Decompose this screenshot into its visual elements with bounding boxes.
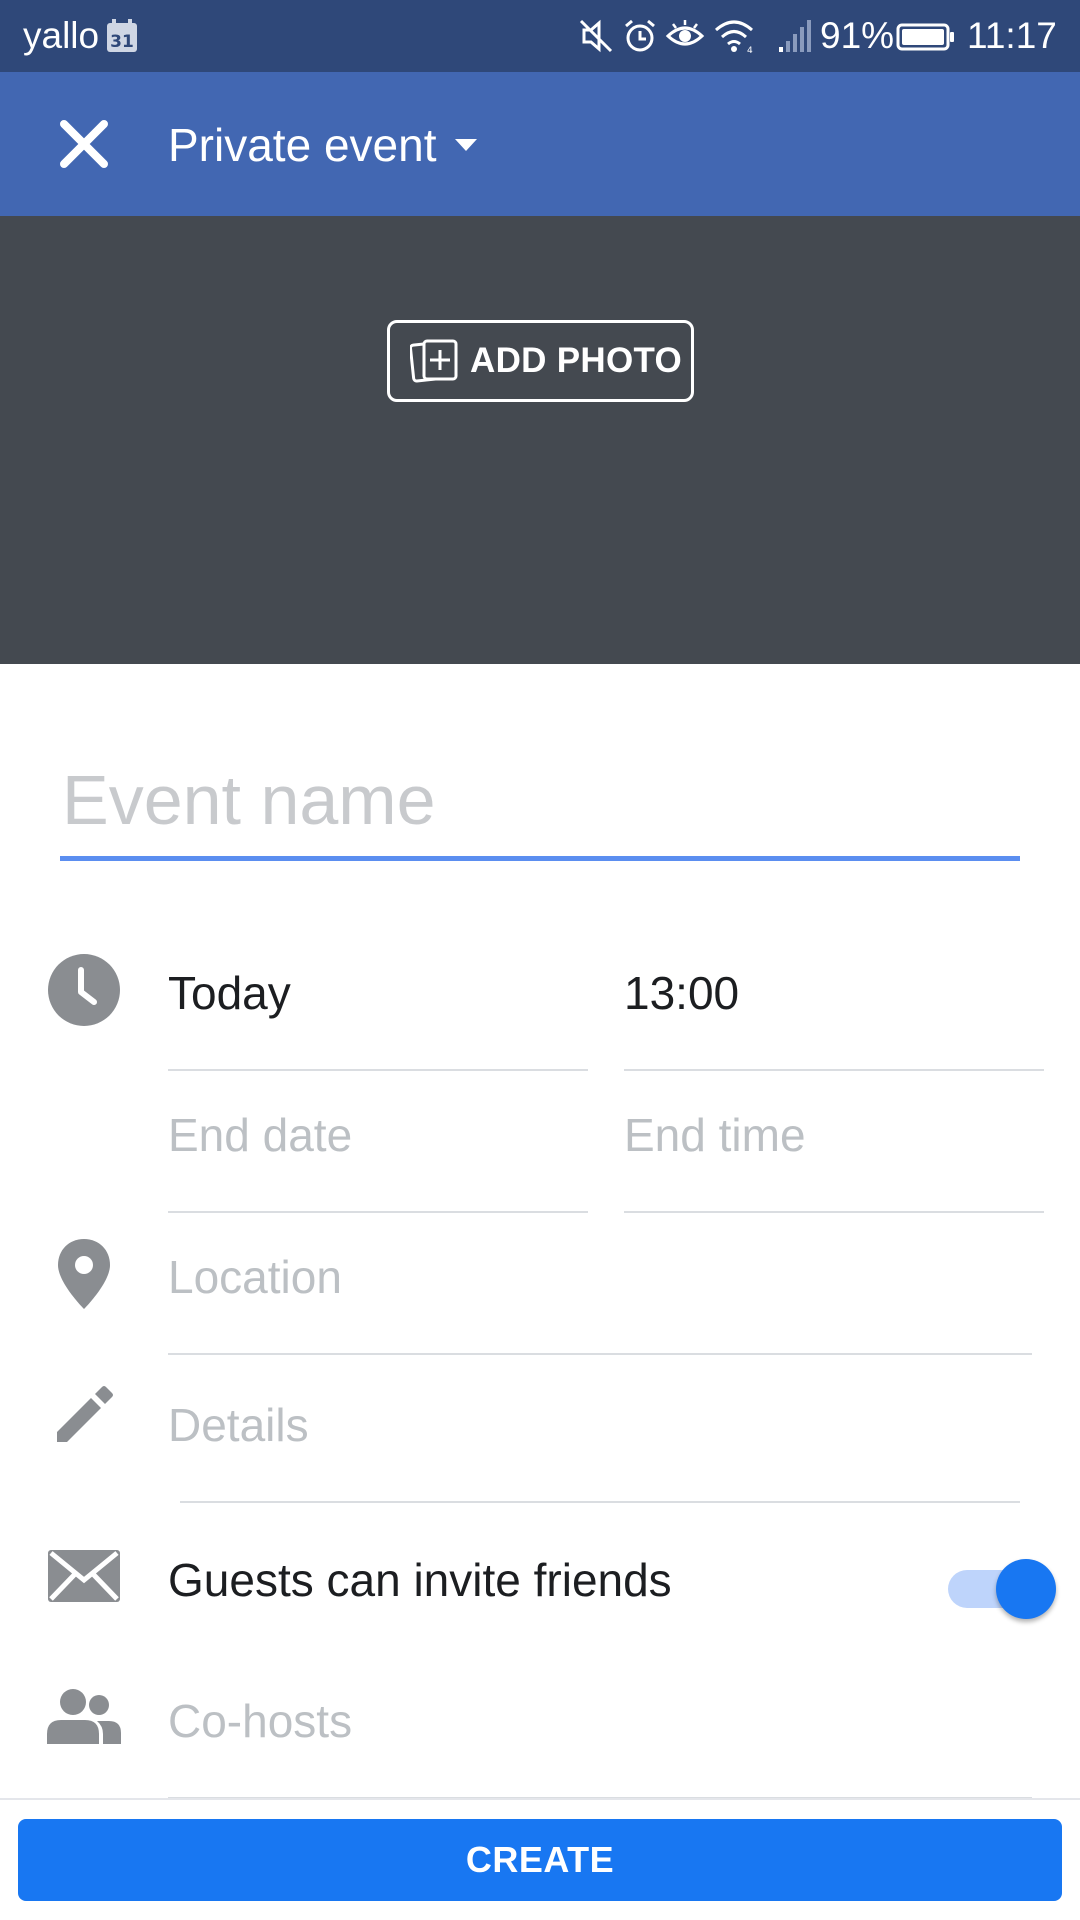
close-icon[interactable] [50, 110, 118, 178]
start-date-field[interactable]: Today [168, 966, 291, 1020]
end-date-divider [168, 1211, 588, 1213]
details-field[interactable]: Details [168, 1398, 309, 1452]
toggle-thumb [996, 1559, 1056, 1619]
add-photo-button[interactable]: ADD PHOTO [387, 320, 694, 402]
calendar-date: 31 [110, 32, 134, 52]
people-icon [47, 1689, 121, 1744]
create-button[interactable]: CREATE [18, 1819, 1062, 1901]
status-bar: yallo 31 4 91% 11:17 [0, 0, 1080, 72]
wifi-icon: 4 [715, 20, 753, 54]
svg-text:4: 4 [747, 46, 753, 54]
start-time-field[interactable]: 13:00 [624, 966, 739, 1020]
battery-icon [896, 23, 954, 51]
add-photo-icon [410, 339, 458, 383]
guests-invite-toggle[interactable] [948, 1551, 1058, 1619]
app-bar: Private event [0, 72, 1080, 216]
end-time-field[interactable]: End time [624, 1108, 806, 1162]
caret-down-icon [455, 139, 478, 151]
location-divider [168, 1353, 1032, 1355]
footer-separator [0, 1798, 1080, 1800]
event-name-input[interactable] [60, 740, 1020, 860]
location-field[interactable]: Location [168, 1250, 342, 1304]
create-button-label: CREATE [465, 1839, 615, 1880]
privacy-dropdown[interactable]: Private event [168, 118, 478, 172]
carrier-name: yallo [23, 15, 100, 56]
privacy-label: Private event [168, 119, 437, 171]
eye-icon [665, 20, 705, 46]
calendar-icon: 31 [107, 19, 137, 52]
clock-icon [48, 954, 120, 1026]
event-name-underline [60, 856, 1020, 861]
alarm-icon [625, 19, 655, 52]
signal-icon [779, 20, 811, 52]
start-date-divider [168, 1069, 588, 1071]
details-divider [180, 1501, 1020, 1503]
guests-invite-label: Guests can invite friends [168, 1554, 672, 1606]
add-photo-label: ADD PHOTO [470, 341, 683, 380]
mute-icon [579, 19, 613, 53]
start-time-divider [624, 1069, 1044, 1071]
end-time-divider [624, 1211, 1044, 1213]
envelope-icon [48, 1550, 120, 1602]
location-pin-icon [58, 1239, 110, 1309]
status-time: 11:17 [967, 15, 1057, 56]
pencil-icon [57, 1386, 113, 1442]
battery-percentage: 91% [820, 15, 895, 56]
cover-photo-area: ADD PHOTO [0, 216, 1080, 664]
end-date-field[interactable]: End date [168, 1108, 352, 1162]
cohosts-field[interactable]: Co-hosts [168, 1694, 352, 1748]
